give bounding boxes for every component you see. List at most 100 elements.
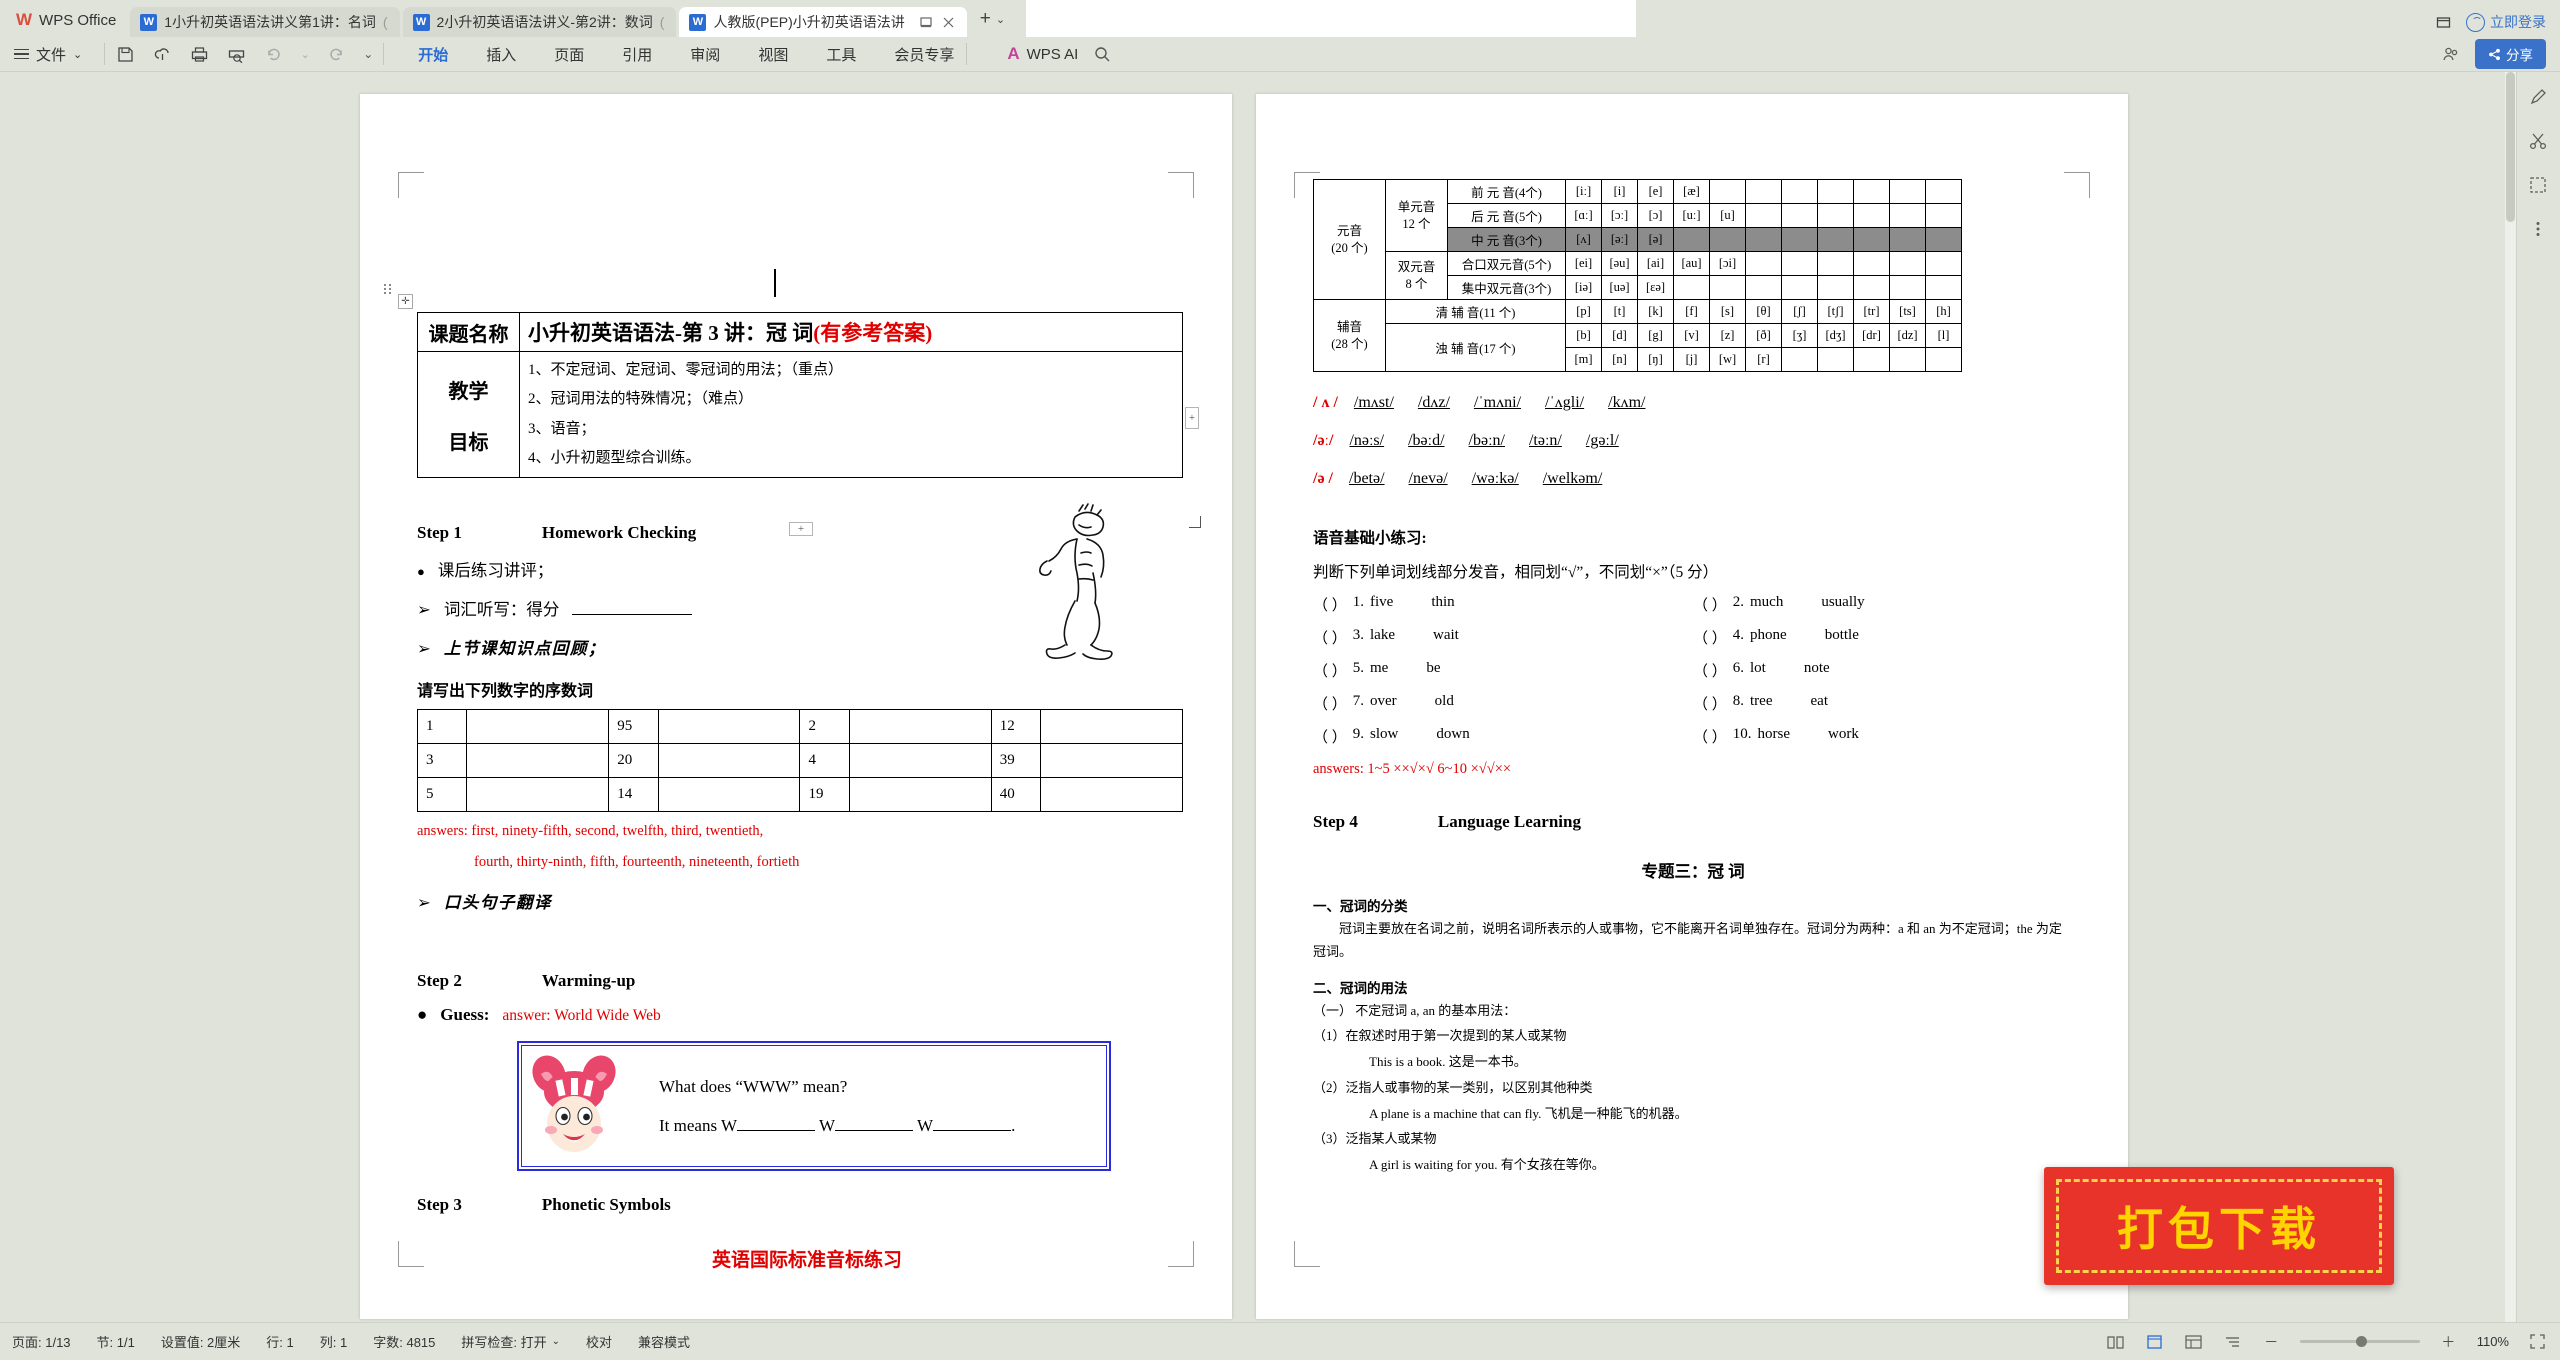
ordinal-blank-2-3[interactable]	[848, 743, 992, 778]
ribbon-tab-page[interactable]: 页面	[552, 40, 586, 69]
ribbon-tab-view[interactable]: 视图	[756, 40, 790, 69]
new-tab-icon[interactable]: +	[980, 8, 991, 30]
read-layout-icon[interactable]	[2105, 1331, 2126, 1352]
search-icon[interactable]	[1094, 46, 1111, 63]
ordinal-blank-2-4[interactable]	[1040, 743, 1183, 778]
login-button[interactable]: 立即登录	[2466, 12, 2546, 32]
file-menu-button[interactable]: 文件 ⌄	[14, 44, 94, 65]
ribbon-tab-tools[interactable]: 工具	[824, 40, 858, 69]
cut-icon[interactable]	[2527, 130, 2549, 152]
document-tab-2[interactable]: W 2小升初英语语法讲义-第2讲：数词 (	[402, 7, 677, 37]
ordinal-blank-3-2[interactable]	[657, 777, 801, 812]
ribbon-tab-review[interactable]: 审阅	[688, 40, 722, 69]
ribbon-tab-insert[interactable]: 插入	[484, 40, 518, 69]
practice-paren-4[interactable]: （ ）	[1693, 627, 1727, 648]
ordinal-blank-2-1[interactable]	[466, 743, 610, 778]
document-tab-1[interactable]: W 1小升初英语语法讲义第1讲：名词 (	[130, 7, 400, 37]
quick-access-chevron-icon[interactable]: ⌄	[363, 44, 373, 65]
zoom-slider[interactable]	[2299, 1335, 2420, 1347]
status-margin[interactable]: 设置值: 2厘米	[161, 1332, 240, 1351]
practice-item-4[interactable]: （ ） 4. phone bottle	[1693, 627, 2073, 648]
practice-item-6[interactable]: （ ） 6. lot note	[1693, 660, 2073, 681]
practice-paren-3[interactable]: （ ）	[1313, 627, 1347, 648]
ordinal-blank-3-3[interactable]	[848, 777, 992, 812]
ordinal-blank-3-4[interactable]	[1040, 777, 1183, 812]
table-move-handle[interactable]: ✛	[398, 294, 413, 309]
app-logo-group[interactable]: W WPS Office	[0, 10, 130, 37]
www-question-box[interactable]: What does “WWW” mean? It means W W W.	[517, 1041, 1111, 1171]
share-button[interactable]: 分享	[2475, 39, 2546, 69]
status-proof[interactable]: 校对	[586, 1332, 612, 1351]
practice-paren-2[interactable]: （ ）	[1693, 594, 1727, 615]
scrollbar-thumb[interactable]	[2506, 72, 2515, 222]
practice-item-1[interactable]: （ ） 1. five thin	[1313, 594, 1693, 615]
restore-window-icon[interactable]	[919, 15, 933, 29]
web-layout-icon[interactable]	[2183, 1331, 2204, 1352]
ordinal-blank-3-1[interactable]	[466, 777, 610, 812]
status-col[interactable]: 列: 1	[320, 1332, 347, 1351]
window-restore-icon[interactable]	[2435, 14, 2452, 31]
fullscreen-icon[interactable]	[2527, 1331, 2548, 1352]
practice-paren-9[interactable]: （ ）	[1313, 726, 1347, 747]
ribbon-tab-member[interactable]: 会员专享	[892, 40, 956, 69]
practice-item-10[interactable]: （ ） 10. horse work	[1693, 726, 2073, 747]
ordinal-blank-1-2[interactable]	[657, 709, 801, 744]
www-blank-3[interactable]	[933, 1130, 1012, 1131]
zoom-in-button[interactable]: ＋	[2438, 1331, 2459, 1352]
add-row-button[interactable]: +	[1185, 407, 1199, 429]
www-blank-2[interactable]	[835, 1130, 914, 1131]
status-section[interactable]: 节: 1/1	[97, 1332, 135, 1351]
practice-item-2[interactable]: （ ） 2. much usually	[1693, 594, 2073, 615]
practice-item-9[interactable]: （ ） 9. slow down	[1313, 726, 1693, 747]
collaborate-icon[interactable]	[2442, 45, 2461, 64]
www-blank-1[interactable]	[737, 1130, 816, 1131]
score-blank-field[interactable]	[572, 614, 693, 615]
save-icon[interactable]	[115, 44, 136, 65]
page-layout-icon[interactable]	[2144, 1331, 2165, 1352]
practice-paren-8[interactable]: （ ）	[1693, 693, 1727, 714]
practice-item-5[interactable]: （ ） 5. me be	[1313, 660, 1693, 681]
ribbon-tab-home[interactable]: 开始	[413, 40, 454, 75]
ordinal-blank-1-4[interactable]	[1040, 709, 1183, 744]
undo-dropdown-icon[interactable]: ⌄	[300, 44, 310, 65]
document-tab-3[interactable]: W 人教版(PEP)小升初英语语法讲	[679, 7, 967, 37]
status-compat[interactable]: 兼容模式	[638, 1332, 690, 1351]
new-tab-chevron-icon[interactable]: ⌄	[996, 13, 1005, 26]
document-page-1[interactable]: ✛ 课题名称 小升初英语语法-第 3 讲：冠 词(有参考答案) 教学 目标 1、…	[360, 94, 1232, 1319]
pen-icon[interactable]	[2527, 86, 2549, 108]
zoom-slider-knob[interactable]	[2355, 1335, 2367, 1347]
more-options-icon[interactable]	[2527, 218, 2549, 240]
ordinal-blank-2-2[interactable]	[657, 743, 801, 778]
close-tab-icon[interactable]	[942, 16, 955, 29]
practice-paren-5[interactable]: （ ）	[1313, 660, 1347, 681]
practice-item-3[interactable]: （ ） 3. lake wait	[1313, 627, 1693, 648]
print-icon[interactable]	[189, 44, 210, 65]
practice-paren-7[interactable]: （ ）	[1313, 693, 1347, 714]
document-workspace[interactable]: ✛ 课题名称 小升初英语语法-第 3 讲：冠 词(有参考答案) 教学 目标 1、…	[0, 72, 2560, 1322]
ribbon-tab-reference[interactable]: 引用	[620, 40, 654, 69]
ordinal-blank-1-1[interactable]	[466, 709, 610, 744]
practice-paren-1[interactable]: （ ）	[1313, 594, 1347, 615]
print-preview-icon[interactable]	[226, 44, 247, 65]
ordinal-numbers-table[interactable]: 1 95 2 12 3 20 4 39 5 14 19 40	[416, 709, 1183, 812]
practice-item-8[interactable]: （ ） 8. tree eat	[1693, 693, 2073, 714]
zoom-level-label[interactable]: 110%	[2477, 1334, 2509, 1349]
download-watermark[interactable]: 打包下载	[2044, 1167, 2394, 1285]
status-spellcheck[interactable]: 拼写检查: 打开 ⌄	[461, 1332, 560, 1351]
document-page-2[interactable]: 元音 (20 个) 单元音 12 个 前 元 音(4个) [iː] [i] [e…	[1256, 94, 2128, 1319]
redo-icon[interactable]	[326, 44, 347, 65]
status-row[interactable]: 行: 1	[266, 1332, 293, 1351]
outline-view-icon[interactable]	[2222, 1331, 2243, 1352]
practice-item-7[interactable]: （ ） 7. over old	[1313, 693, 1693, 714]
new-tab-group[interactable]: + ⌄	[970, 8, 1015, 37]
status-word-count[interactable]: 字数: 4815	[373, 1332, 435, 1351]
practice-paren-10[interactable]: （ ）	[1693, 726, 1727, 747]
ordinal-blank-1-3[interactable]	[848, 709, 992, 744]
undo-icon[interactable]	[263, 44, 284, 65]
selection-icon[interactable]	[2527, 174, 2549, 196]
status-page[interactable]: 页面: 1/13	[12, 1332, 71, 1351]
wps-ai-button[interactable]: A WPS AI	[1007, 44, 1078, 64]
zoom-out-button[interactable]: －	[2261, 1331, 2282, 1352]
practice-paren-6[interactable]: （ ）	[1693, 660, 1727, 681]
vertical-scrollbar[interactable]	[2505, 72, 2516, 1322]
